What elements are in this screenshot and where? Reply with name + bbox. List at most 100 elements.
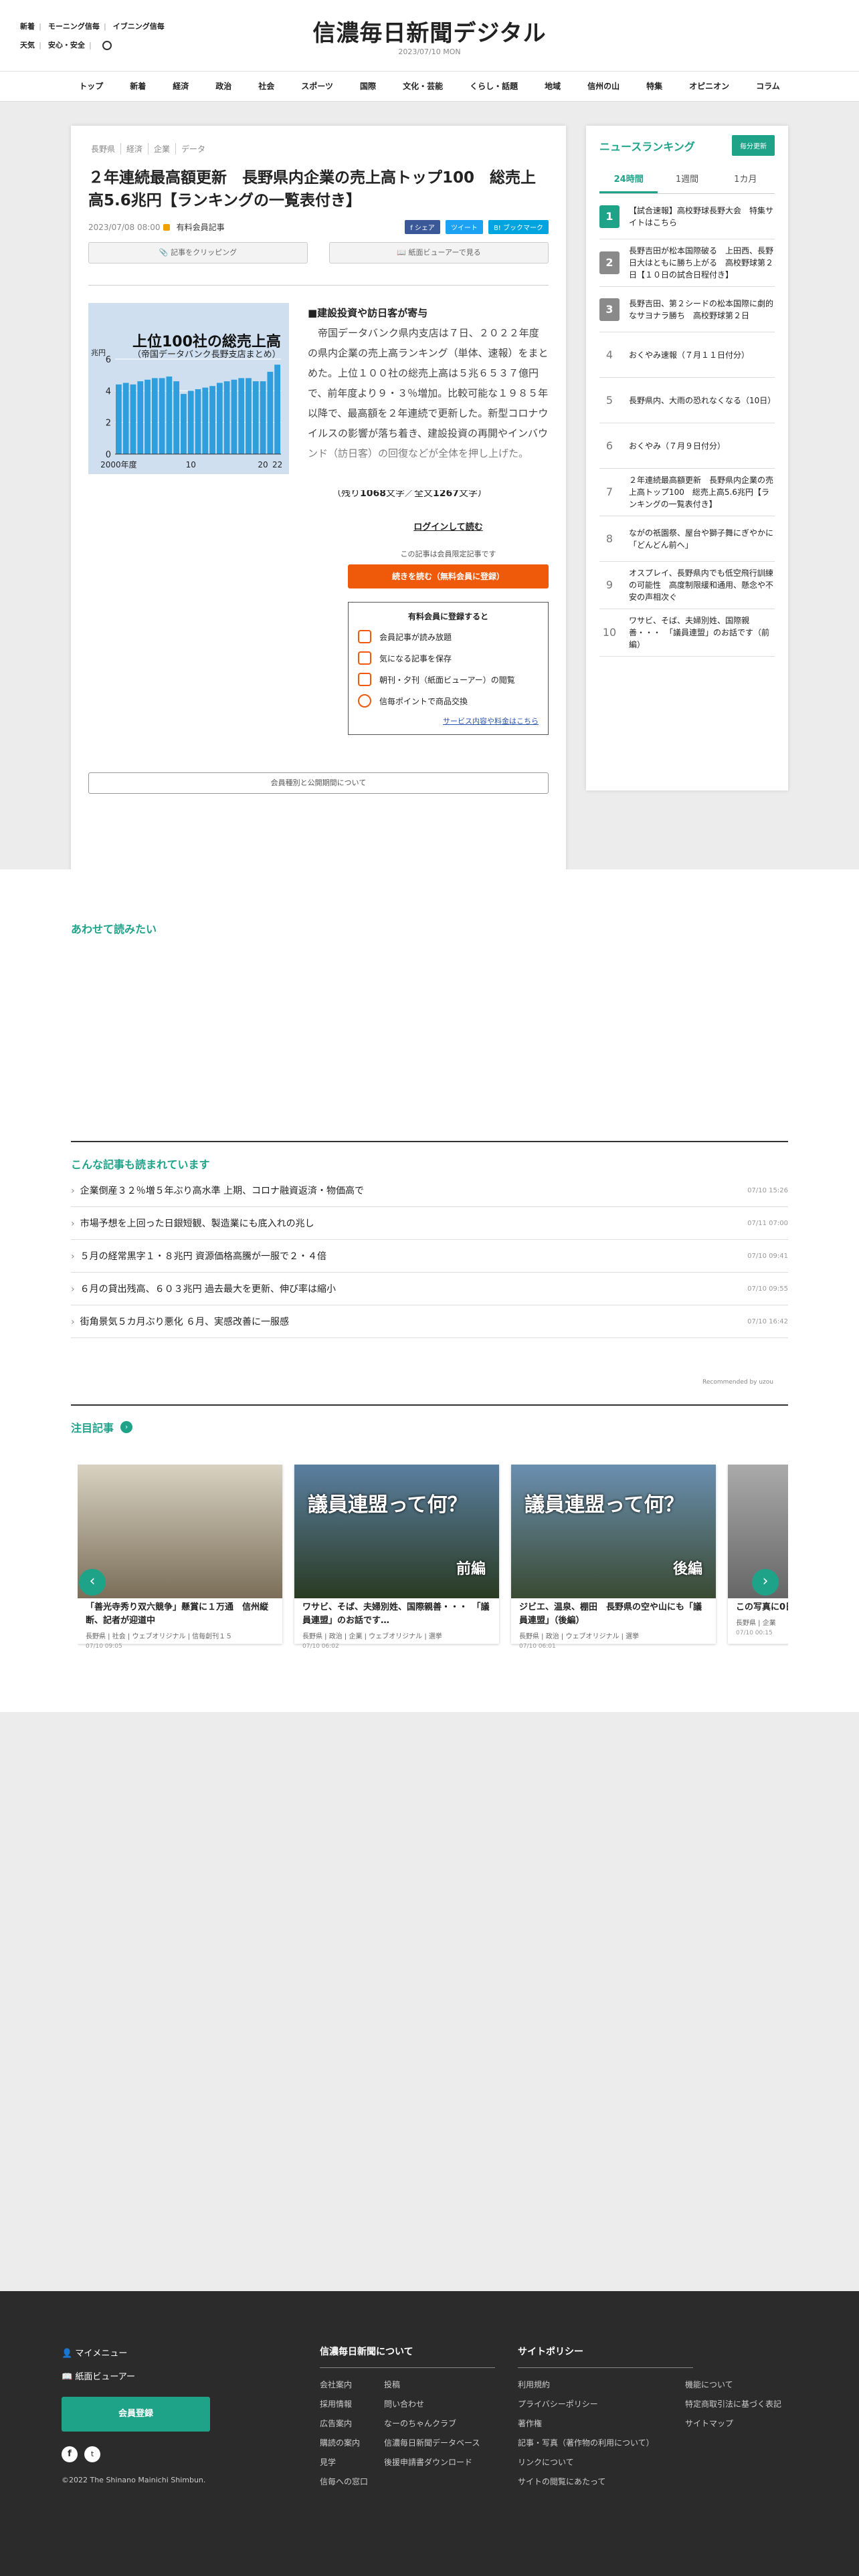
recommended-by: Recommended by uzou [702,1379,773,1386]
footer-link[interactable]: 見学 [320,2456,384,2468]
ranking-item[interactable]: 3 長野吉田、第２シードの松本国際に劇的なサヨナラ勝ち 高校野球第２日 [599,287,775,332]
footer-link[interactable]: 投稿 [384,2379,484,2390]
footer-register-button[interactable]: 会員登録 [62,2397,210,2432]
ranking-item[interactable]: 8 ながの祇園祭、屋台や獅子舞にぎやかに 「どんどん前へ」 [599,516,781,562]
twitter-icon[interactable]: t [84,2446,100,2462]
facebook-icon[interactable]: f [62,2446,78,2462]
bar [122,383,129,454]
y-axis-label: 兆円 [91,348,106,357]
ranking-item[interactable]: 10 ワサビ、そば、夫婦別姓、国際親善・・・ 「議員連盟」のお話です（前編） [599,609,775,657]
facebook-share-button[interactable]: f シェア [405,220,440,234]
footer-link[interactable]: 記事・写真（著作物の利用について） [518,2437,685,2448]
footer-link[interactable]: プライバシーポリシー [518,2398,685,2409]
news-ranking: ニュースランキング 毎分更新 24時間 1週間 1カ月 1 【試合速報】高校野球長… [586,126,788,790]
clip-button[interactable]: 📎 記事をクリッピング [88,242,308,263]
ranking-item[interactable]: 7 ２年連続最高額更新 長野県内企業の売上高トップ100 総売上高5.6兆円【ラン… [599,469,775,516]
register-button[interactable]: 続きを読む（無料会員に登録） [348,564,549,588]
related-item[interactable]: › 企業倒産３２％増５年ぶり高水準 上期、コロナ融資返済・物価高で 07/10 15… [71,1174,788,1207]
footer-link[interactable]: サイトの閲覧にあたって [518,2476,685,2487]
main-area: 長野県 経済 企業 データ ２年連続最高額更新 長野県内企業の売上高トップ100… [0,102,859,938]
related-item[interactable]: › 街角景気５カ月ぶり悪化 ６月、実感改善に一服感 07/10 16:42 [71,1305,788,1338]
member-types-button[interactable]: 会員種別と公開期間について [88,772,549,794]
nav-item[interactable]: オピニオン [676,71,743,102]
footer-link[interactable]: 後援申請書ダウンロード [384,2456,484,2468]
related-title: 市場予想を上回った日銀短観、製造業にも底入れの兆し [80,1218,314,1229]
mypage-link[interactable]: 👤 マイメニュー [62,2346,210,2359]
nav-item[interactable]: 新着 [116,71,159,102]
tab-24h[interactable]: 24時間 [599,165,658,193]
footer-link[interactable]: 信毎への窓口 [320,2476,384,2487]
bar [274,364,280,454]
nav-item[interactable]: 社会 [245,71,288,102]
nav-item[interactable]: スポーツ [288,71,347,102]
tag[interactable]: データ [176,143,211,154]
nav-item[interactable]: 国際 [347,71,389,102]
rank-text: ２年連続最高額更新 長野県内企業の売上高トップ100 総売上高5.6兆円【ランキ… [629,475,774,509]
footer-link[interactable]: 採用情報 [320,2398,384,2409]
ranking-item[interactable]: 4 おくやみ速報（７月１１日付分） [599,332,775,378]
viewer-link[interactable]: 📖 紙面ビューアー [62,2369,210,2382]
tag[interactable]: 長野県 [88,143,122,154]
nav-item[interactable]: コラム [743,71,793,102]
card-date: 07/10 00:15 [736,1630,773,1636]
footer-link[interactable]: サイトマップ [685,2418,785,2429]
footer-link[interactable]: 特定商取引法に基づく表記 [685,2398,785,2409]
carousel-next-button[interactable]: › [752,1569,779,1596]
rank-number: 1 [599,205,619,228]
point-icon [358,694,371,708]
arrow-right-icon[interactable]: › [120,1421,133,1433]
bar [116,384,122,454]
tag[interactable]: 企業 [149,143,177,154]
benefit-item: 会員記事が読み放題 [358,630,539,643]
related-title: 企業倒産３２％増５年ぶり高水準 上期、コロナ融資返済・物価高で [80,1186,365,1196]
related-item[interactable]: › ６月の貸出残高、６０３兆円 過去最大を更新、伸び率は縮小 07/10 09:55 [71,1273,788,1305]
nav-item[interactable]: 文化・芸能 [389,71,456,102]
footer-link[interactable] [685,2437,785,2448]
related-item[interactable]: › 市場予想を上回った日銀短観、製造業にも底入れの兆し 07/11 07:00 [71,1207,788,1240]
footer-link[interactable]: 機能について [685,2379,785,2390]
logo-text[interactable]: 信濃毎日新聞デジタル [0,15,859,47]
footer-link[interactable]: 利用規約 [518,2379,685,2390]
nav-item[interactable]: 地域 [531,71,574,102]
featured-card[interactable]: 「善光寺秀り双六競争」懸賞に１万通 信州縦断、記者が迎道中 長野県 | 社会 | … [78,1465,282,1650]
article: 長野県 経済 企業 データ ２年連続最高額更新 長野県内企業の売上高トップ100… [71,126,566,938]
twitter-share-button[interactable]: ツイート [445,220,483,234]
nav-item[interactable]: 信州の山 [574,71,633,102]
featured-card[interactable]: 議員連盟って何？ 前編 ワサビ、そば、夫婦別姓、国際親善・・・ 「議員連盟」のお話で… [294,1465,499,1650]
footer-link[interactable]: なーのちゃんクラブ [384,2418,484,2429]
hatena-bookmark-button[interactable]: B! ブックマーク [488,220,549,234]
footer-link[interactable]: 購読の案内 [320,2437,384,2448]
footer-link[interactable]: 広告案内 [320,2418,384,2429]
ranking-list: 1 【試合速報】高校野球長野大会 特集サイトはこちら 2 長野吉田が松本国際破る 上田… [599,194,781,657]
login-link[interactable]: ログインして読む [348,520,549,532]
viewer-button[interactable]: 📖 紙面ビューアーで見る [329,242,549,263]
site-logo[interactable]: 信濃毎日新聞デジタル 2023/07/10 MON [0,15,859,56]
tab-1month[interactable]: 1カ月 [717,165,775,193]
footer-link[interactable]: 著作権 [518,2418,685,2429]
nav-item[interactable]: くらし・話題 [456,71,531,102]
service-link[interactable]: サービス内容や料金はこちら [358,716,539,726]
ranking-item[interactable]: 1 【試合速報】高校野球長野大会 特集サイトはこちら [599,194,775,239]
nav-item[interactable]: トップ [66,71,116,102]
carousel-prev-button[interactable]: ‹ [79,1569,106,1596]
related-item[interactable]: › ５月の経常黒字１・８兆円 資源価格高騰が一服で２・４倍 07/10 09:41 [71,1240,788,1273]
ranking-item[interactable]: 2 長野吉田が松本国際破る 上田西、長野日大はともに勝ち上がる 高校野球第２日【１… [599,239,775,287]
ranking-item[interactable]: 9 オスプレイ、長野県内でも低空飛行訓練の可能性 高度制限緩和通用、懸念や不安の声… [599,562,775,609]
footer-link[interactable] [685,2456,785,2468]
nav-item[interactable]: 経済 [159,71,202,102]
footer-link[interactable]: 会社案内 [320,2379,384,2390]
footer-link[interactable]: 問い合わせ [384,2398,484,2409]
nav-item[interactable]: 政治 [202,71,245,102]
card-date: 07/10 06:01 [519,1643,556,1650]
footer-link[interactable]: 信濃毎日新聞データベース [384,2437,484,2448]
ranking-item[interactable]: 5 長野県内、大雨の恐れなくなる（10日） [599,378,775,423]
footer-link[interactable]: リンクについて [518,2456,685,2468]
featured-card[interactable]: 議員連盟って何？ 後編 ジビエ、温泉、棚田 長野県の空や山にも「議員連盟」（後編） 長… [511,1465,716,1650]
ranking-item[interactable]: 6 おくやみ（７月９日付分） [599,423,775,469]
tag[interactable]: 経済 [121,143,149,154]
featured-card[interactable]: この写真に0日のこと長野県 | 企業 07/10 00:15 [728,1465,788,1644]
tab-1week[interactable]: 1週間 [658,165,716,193]
benefit-item: 朝刊・夕刊（紙面ビューアー）の閲覧 [358,673,539,686]
nav-item[interactable]: 特集 [633,71,676,102]
gray-band [0,1712,859,2291]
